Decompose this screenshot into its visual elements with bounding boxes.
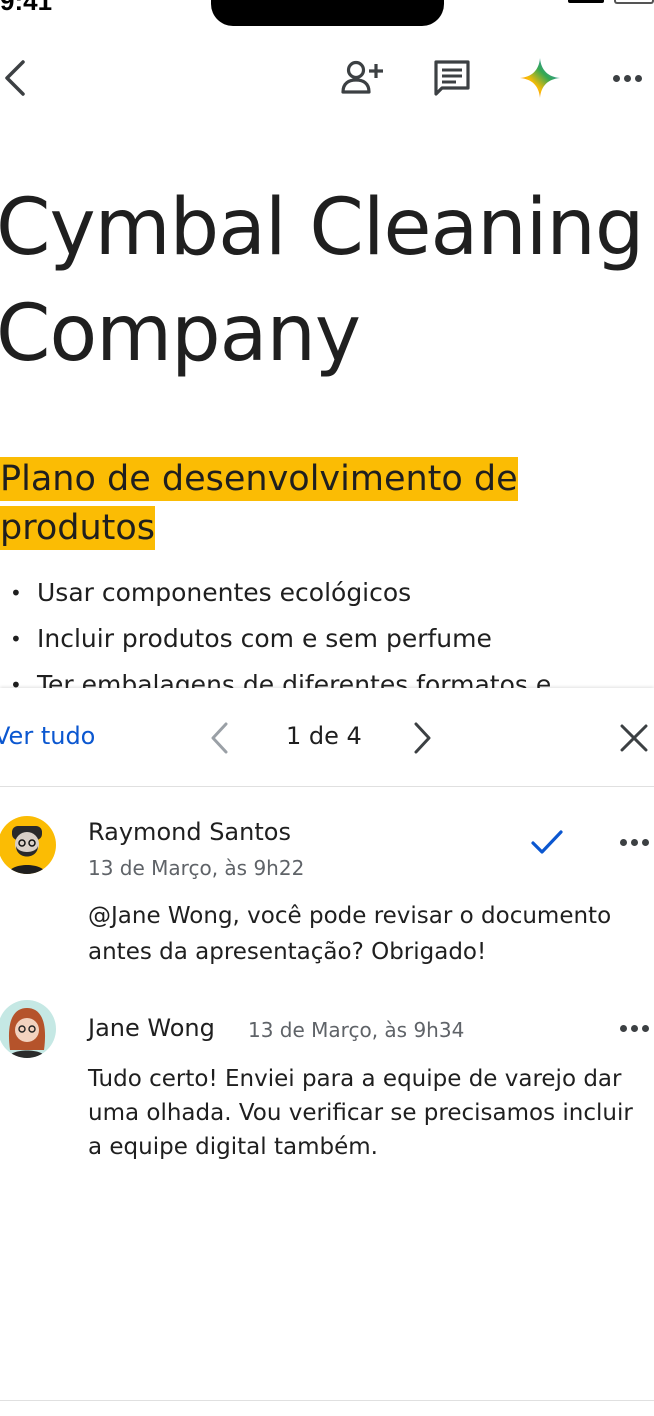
battery-icon bbox=[614, 0, 654, 4]
previous-comment-button[interactable] bbox=[206, 720, 236, 760]
comment-text: @Jane Wong, você pode revisar o document… bbox=[88, 903, 612, 965]
chevron-left-icon bbox=[5, 60, 25, 96]
chevron-right-icon bbox=[414, 722, 431, 754]
share-button[interactable] bbox=[340, 56, 384, 100]
list-item: Incluir produtos com e sem perfume bbox=[0, 616, 654, 662]
person-add-icon bbox=[341, 60, 383, 94]
comment-more-button[interactable] bbox=[620, 836, 654, 848]
see-all-link[interactable]: Ver tudo bbox=[0, 722, 95, 750]
back-button[interactable] bbox=[0, 56, 38, 100]
comment-timestamp: 13 de Março, às 9h34 bbox=[248, 1018, 465, 1042]
close-panel-button[interactable] bbox=[618, 722, 650, 758]
more-options-button[interactable] bbox=[608, 56, 652, 100]
comment-timestamp: 13 de Março, às 9h22 bbox=[88, 856, 305, 880]
more-horiz-icon bbox=[620, 1024, 627, 1032]
document-heading[interactable]: Plano de desenvolvimento de produtos bbox=[0, 455, 560, 553]
signal-icon bbox=[568, 0, 604, 3]
comments-panel-header: Ver tudo 1 de 4 bbox=[0, 688, 654, 787]
comment-icon bbox=[434, 60, 470, 96]
close-icon bbox=[620, 724, 648, 752]
avatar bbox=[0, 816, 56, 874]
sparkle-icon bbox=[520, 58, 560, 98]
next-comment-button[interactable] bbox=[406, 720, 436, 760]
comments-button[interactable] bbox=[430, 56, 474, 100]
comment-text: Tudo certo! Enviei para a equipe de vare… bbox=[88, 1066, 633, 1160]
list-item: Ter embalagens de diferentes formatos e bbox=[0, 662, 654, 688]
person-avatar-icon bbox=[8, 1008, 46, 1058]
comment-more-button[interactable] bbox=[620, 1022, 654, 1034]
resolve-button[interactable] bbox=[530, 828, 564, 862]
gemini-button[interactable] bbox=[518, 56, 562, 100]
more-horiz-icon bbox=[613, 72, 647, 84]
camera-notch bbox=[211, 0, 444, 26]
check-icon bbox=[531, 830, 563, 854]
more-horiz-icon bbox=[620, 838, 627, 846]
person-avatar-icon bbox=[8, 826, 46, 874]
status-time: 9:41 bbox=[0, 0, 53, 16]
avatar bbox=[0, 1000, 56, 1058]
status-indicators bbox=[568, 0, 654, 4]
comment-pager: 1 de 4 bbox=[286, 722, 362, 750]
highlighted-heading-text: Plano de desenvolvimento de produtos bbox=[0, 457, 518, 550]
bullet-list[interactable]: Usar componentes ecológicos Incluir prod… bbox=[0, 570, 654, 688]
panel-bottom-divider bbox=[0, 1400, 654, 1401]
comment-author: Jane Wong bbox=[88, 1014, 215, 1042]
comment-author: Raymond Santos bbox=[88, 818, 291, 846]
comments-panel: Ver tudo 1 de 4 Raymond Santos 13 de Mar… bbox=[0, 688, 654, 1416]
chevron-left-icon bbox=[211, 722, 228, 754]
list-item: Usar componentes ecológicos bbox=[0, 570, 654, 616]
document-title[interactable]: Cymbal Cleaning Company bbox=[0, 175, 654, 387]
